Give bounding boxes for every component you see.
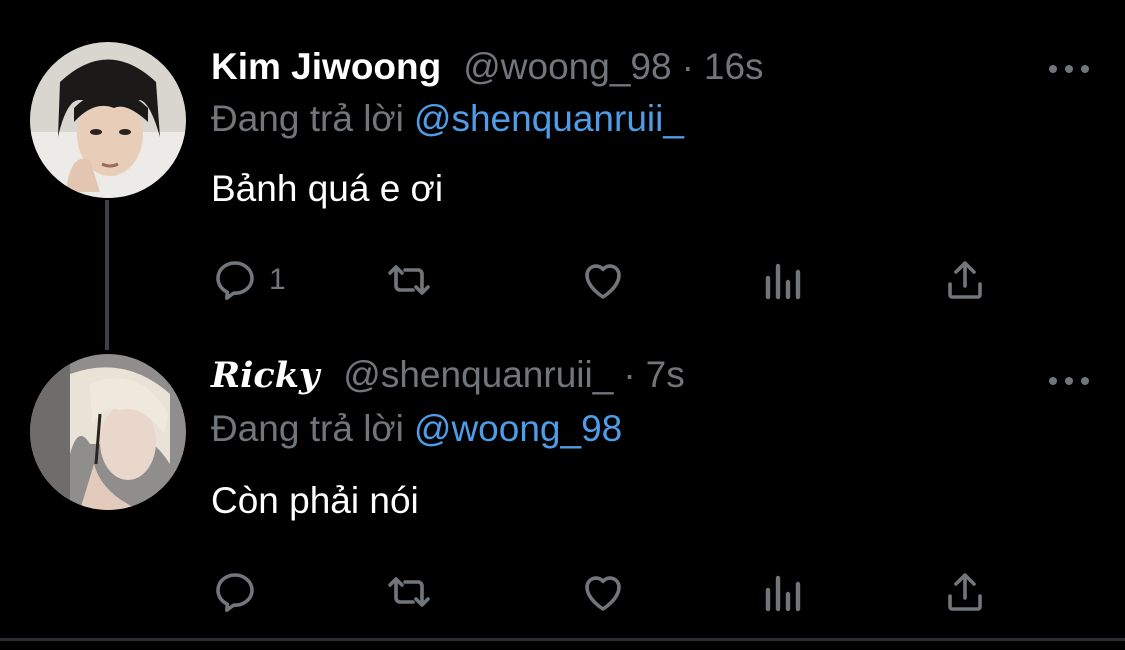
retweet-button[interactable] [385,567,433,617]
share-icon [948,261,982,299]
analytics-icon [765,575,801,612]
tweet-text: Còn phải nói [211,480,419,521]
tweet-actions [211,567,1011,617]
retweet-icon [388,577,430,607]
share-icon [948,573,982,611]
replying-to-label: Đang trả lời [211,408,404,449]
like-icon [585,264,621,299]
avatar[interactable] [30,42,186,198]
analytics-button[interactable] [759,567,807,617]
more-icon[interactable] [1049,372,1089,390]
tweet-header: Kim Jiwoong @woong_98 · 16s [211,46,764,92]
tweet[interactable]: Ricky @shenquanruii_ · 7s Đang trả lời @w… [0,340,1125,638]
share-button[interactable] [941,567,989,617]
user-handle[interactable]: @woong_98 [463,46,671,88]
reply-button[interactable]: 1 [211,255,286,305]
like-button[interactable] [579,255,627,305]
analytics-button[interactable] [759,255,807,305]
reply-count: 1 [269,263,286,296]
reply-thread: Kim Jiwoong @woong_98 · 16s Đang trả lời… [0,0,1125,650]
avatar[interactable] [30,354,186,510]
reply-icon [216,573,254,612]
display-name[interactable]: Ricky [211,355,319,396]
retweet-icon [388,265,430,295]
user-handle[interactable]: @shenquanruii_ [343,354,613,396]
timestamp[interactable]: 16s [704,46,764,88]
tweet[interactable]: Kim Jiwoong @woong_98 · 16s Đang trả lời… [0,0,1125,340]
tweet-text: Bảnh quá e ơi [211,168,444,209]
replying-to-line: Đang trả lời @woong_98 [211,408,622,450]
retweet-button[interactable] [385,255,433,305]
replying-to-mention[interactable]: @woong_98 [414,408,622,449]
tweet-actions: 1 [211,255,1011,305]
divider [0,638,1125,641]
display-name[interactable]: Kim Jiwoong [211,46,441,88]
reply-icon [216,261,254,300]
avatar-photo [30,42,186,198]
like-button[interactable] [579,567,627,617]
like-icon [585,576,621,611]
separator-dot: · [681,46,694,87]
reply-button[interactable] [211,567,269,617]
analytics-icon [765,263,801,300]
more-icon[interactable] [1049,60,1089,78]
separator-dot: · [623,354,636,395]
replying-to-mention[interactable]: @shenquanruii_ [414,98,684,139]
replying-to-label: Đang trả lời [211,98,404,139]
timestamp[interactable]: 7s [646,354,685,396]
share-button[interactable] [941,255,989,305]
tweet-header: Ricky @shenquanruii_ · 7s [211,354,685,400]
replying-to-line: Đang trả lời @shenquanruii_ [211,98,684,140]
avatar-photo [30,354,186,510]
